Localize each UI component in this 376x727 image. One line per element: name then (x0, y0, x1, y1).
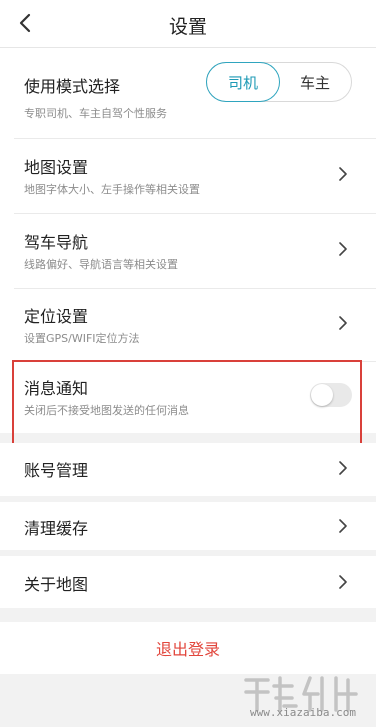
row-title: 驾车导航 (24, 233, 89, 252)
nav-header: 设置 (0, 0, 376, 48)
logout-button[interactable]: 退出登录 (0, 622, 376, 674)
page-title: 设置 (168, 16, 207, 38)
account-row-cache[interactable]: 清理缓存 (0, 502, 376, 550)
mode-title: 使用模式选择 (24, 77, 121, 96)
row-title: 地图设置 (24, 158, 89, 177)
mode-option-driver[interactable]: 司机 (206, 62, 280, 102)
account-row-manage[interactable]: 账号管理 (0, 443, 376, 495)
chevron-right-icon (339, 519, 347, 533)
chevron-right-icon (339, 461, 347, 475)
row-subtitle: 设置GPS/WIFI定位方法 (24, 332, 140, 345)
logout-label: 退出登录 (155, 640, 220, 659)
settings-row-navigation[interactable]: 驾车导航 线路偏好、导航语言等相关设置 (0, 214, 376, 288)
row-title: 关于地图 (24, 575, 89, 594)
settings-row-map[interactable]: 地图设置 地图字体大小、左手操作等相关设置 (0, 139, 376, 213)
row-title: 清理缓存 (24, 519, 89, 538)
chevron-right-icon (339, 242, 347, 256)
chevron-right-icon (339, 167, 347, 181)
mode-subtitle: 专职司机、车主自驾个性服务 (24, 107, 167, 120)
chevron-right-icon (339, 575, 347, 589)
mode-segmented-control: 司机 车主 (206, 62, 352, 102)
row-subtitle: 线路偏好、导航语言等相关设置 (24, 258, 178, 271)
row-title: 定位设置 (24, 307, 89, 326)
watermark-url: www.xiazaiba.com (250, 706, 356, 719)
row-subtitle: 地图字体大小、左手操作等相关设置 (24, 183, 200, 196)
account-row-about[interactable]: 关于地图 (0, 556, 376, 608)
account-group: 账号管理 清理缓存 关于地图 (0, 443, 376, 608)
mode-option-owner[interactable]: 车主 (278, 62, 352, 102)
chevron-right-icon (339, 316, 347, 330)
highlight-box (12, 360, 362, 446)
settings-row-location[interactable]: 定位设置 设置GPS/WIFI定位方法 (0, 289, 376, 363)
row-title: 账号管理 (24, 461, 89, 480)
